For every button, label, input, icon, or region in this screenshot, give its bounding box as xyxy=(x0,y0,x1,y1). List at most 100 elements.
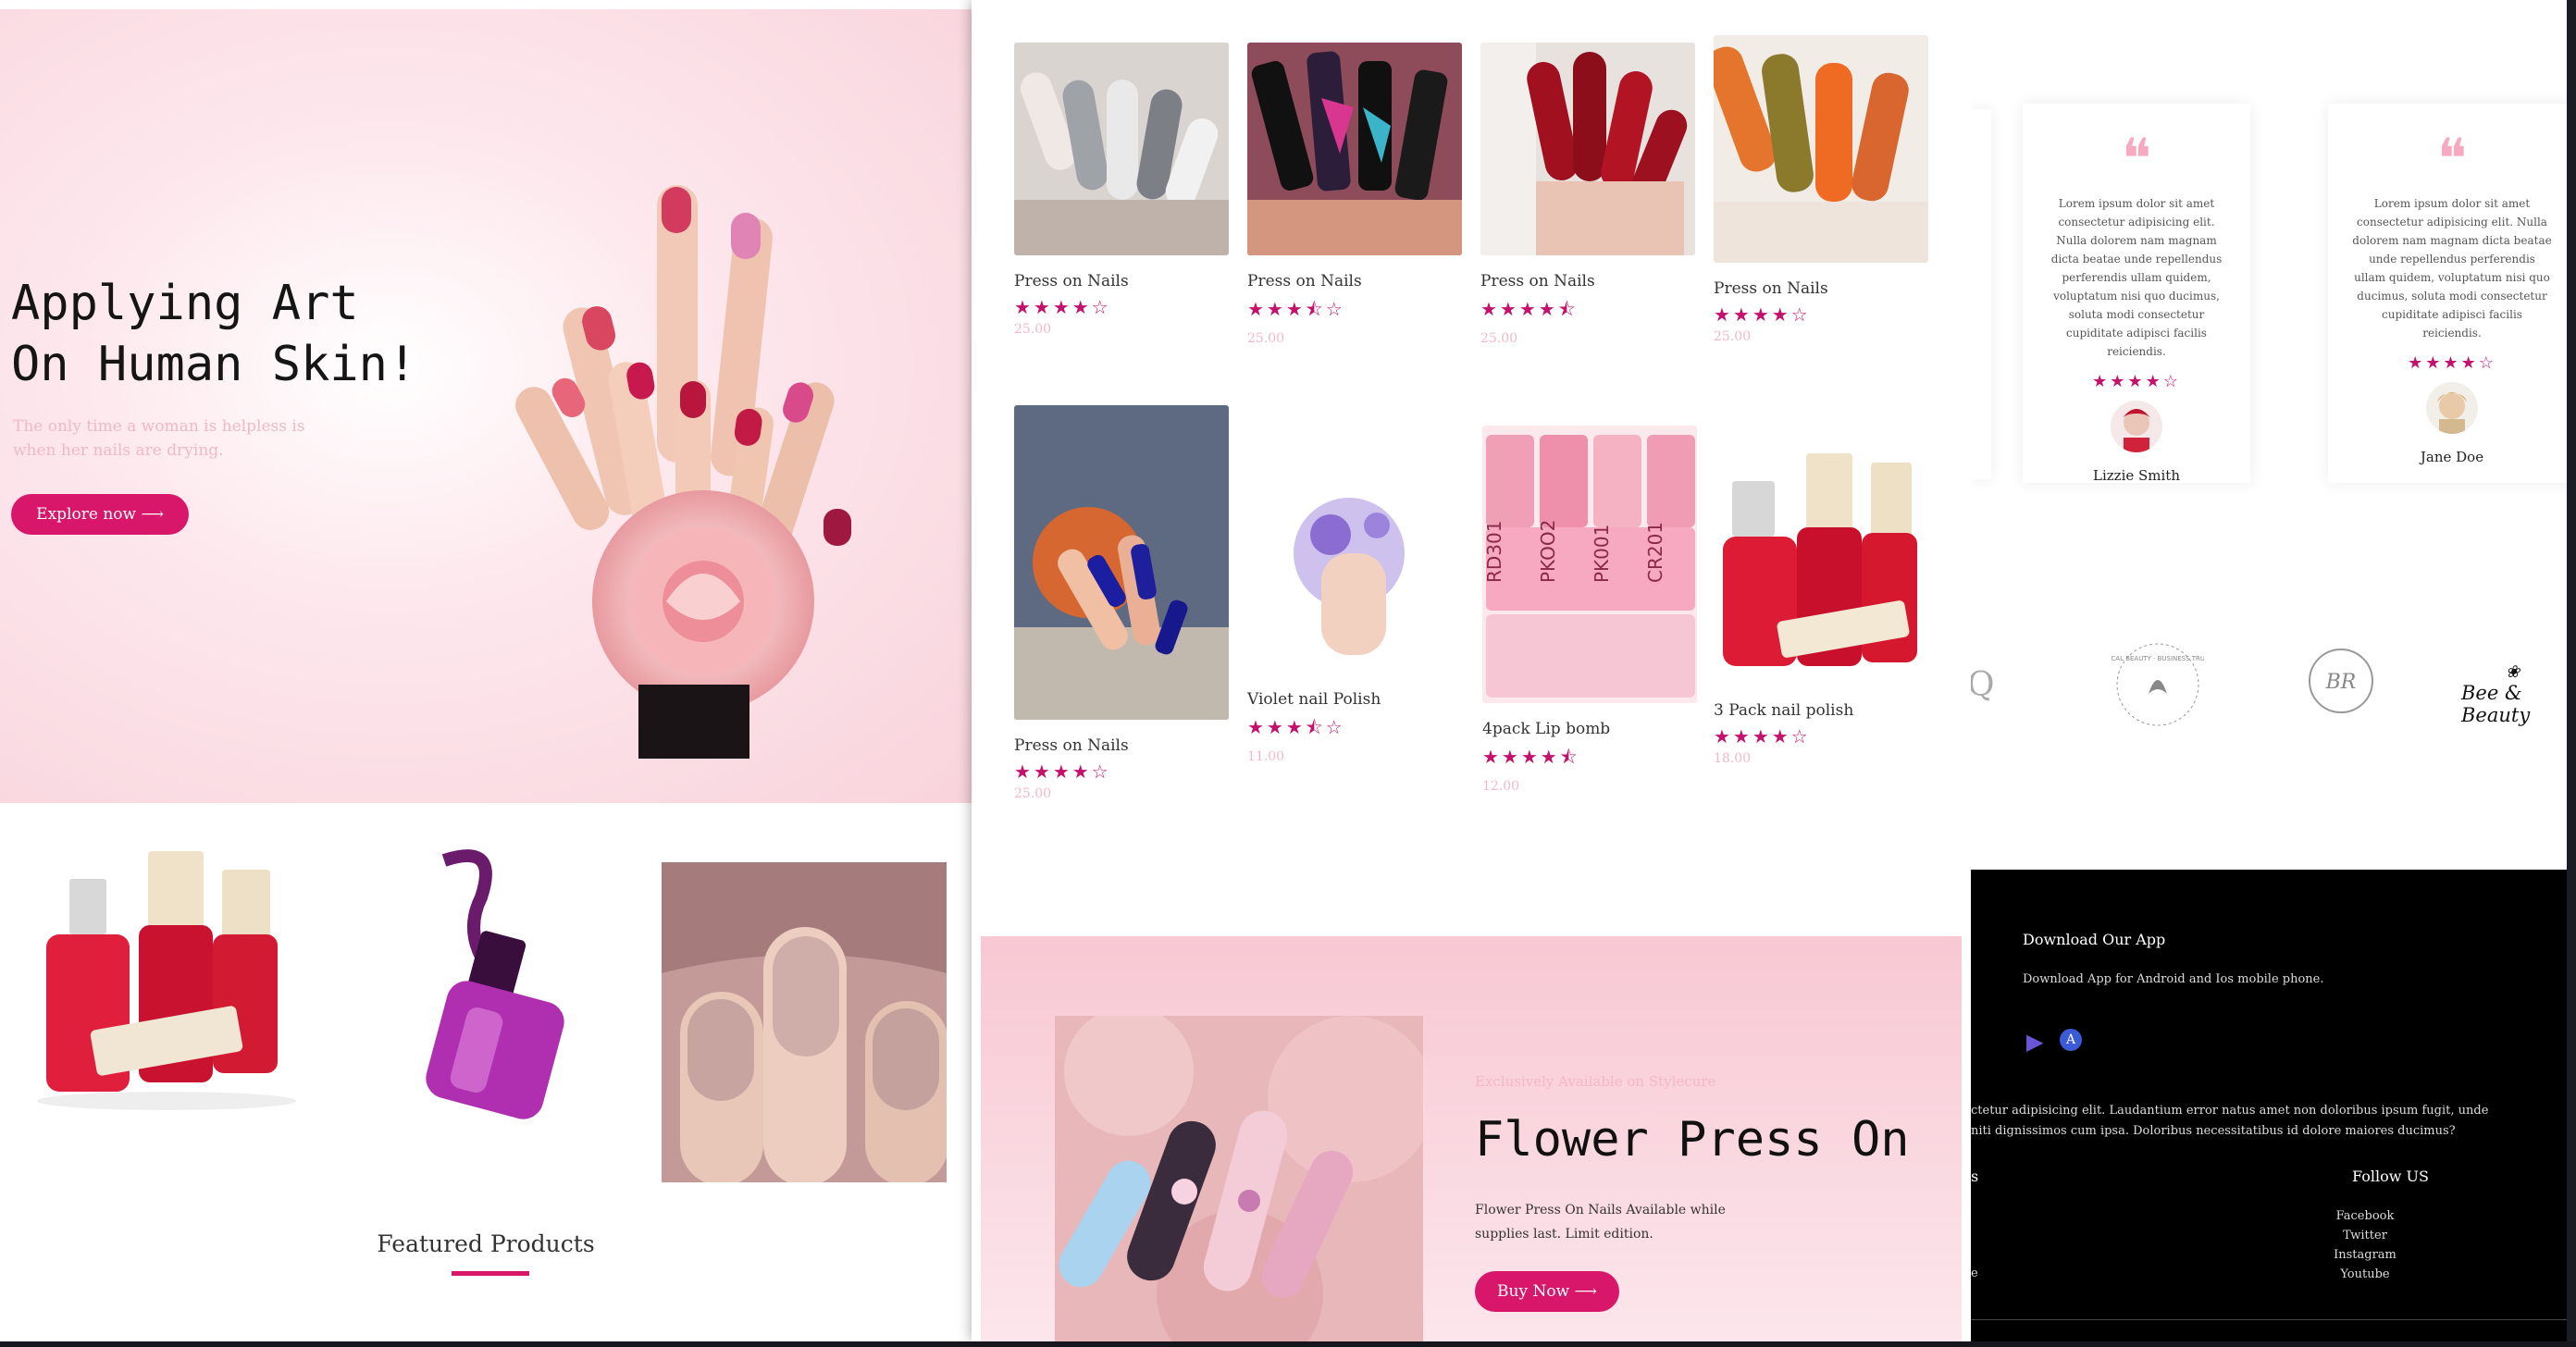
product-image[interactable] xyxy=(1247,470,1462,674)
product-image[interactable] xyxy=(1480,43,1695,255)
explore-now-button[interactable]: Explore now ⟶ xyxy=(11,494,189,535)
testimonial-card: ❝ Lorem ipsum dolor sit amet consectetur… xyxy=(2023,104,2250,484)
product-name[interactable]: Press on Nails xyxy=(1014,736,1229,755)
product-card[interactable]: 3 Pack nail polish ★★★★☆ 18.00 xyxy=(1714,444,1928,766)
follow-links: Facebook Twitter Instagram Youtube xyxy=(2319,1206,2411,1284)
product-name[interactable]: Press on Nails xyxy=(1714,279,1928,298)
product-image[interactable] xyxy=(1014,405,1229,720)
hero-subtitle: The only time a woman is helpless is whe… xyxy=(13,417,305,460)
app-store-icon[interactable]: A xyxy=(2060,1029,2082,1051)
nude-nails-image xyxy=(662,862,947,1182)
lip-bomb-label: PKOO2 xyxy=(1537,520,1559,583)
product-price: 12.00 xyxy=(1482,779,1520,794)
product-rating: ★★★★☆ xyxy=(1714,303,1811,326)
product-image[interactable] xyxy=(1714,444,1928,685)
avatar xyxy=(2426,382,2478,434)
twitter-link[interactable]: Twitter xyxy=(2319,1226,2411,1245)
product-price: 25.00 xyxy=(1714,329,1752,344)
lip-bomb-label: CR201 xyxy=(1644,522,1666,583)
testimonial-card: ❝ Lorem ipsum dolor sit amet consectetur… xyxy=(2328,104,2576,483)
lip-bomb-label: RD301 xyxy=(1483,521,1505,583)
product-card[interactable]: Press on Nails ★★★⯪☆ 25.00 xyxy=(1247,43,1462,346)
links-heading: s xyxy=(1971,1168,1979,1185)
testimonial-name: Jane Doe xyxy=(2420,449,2484,465)
testimonials-footer-panel: ❝ Lorem ipsum dolor sit amet consectetur… xyxy=(1971,0,2576,1341)
product-card[interactable]: Violet nail Polish ★★★⯪☆ 11.00 xyxy=(1247,470,1462,764)
brand-logo: LOCAL BEAUTY · BUSINESS TRUST xyxy=(2112,643,2204,726)
product-rating: ★★★★☆ xyxy=(1714,725,1811,748)
window-edge xyxy=(2567,0,2576,1347)
testimonial-rating: ★★★★☆ xyxy=(2408,353,2496,373)
svg-text:BR: BR xyxy=(2325,671,2357,694)
product-image[interactable]: RD301 PKOO2 PK001 CR201 xyxy=(1482,426,1697,703)
product-name[interactable]: Press on Nails xyxy=(1247,272,1462,290)
product-card[interactable]: Press on Nails ★★★★⯪ 25.00 xyxy=(1480,43,1695,346)
promo-section: Exclusively Available on Stylecure Flowe… xyxy=(981,936,1962,1341)
avatar xyxy=(2111,401,2162,452)
brand-name: Bee & Beauty xyxy=(2461,682,2531,726)
brand-logo: BR xyxy=(2309,649,2373,713)
product-price: 25.00 xyxy=(1480,331,1518,346)
product-name[interactable]: 4pack Lip bomb xyxy=(1482,720,1697,738)
product-card[interactable]: Press on Nails ★★★★☆ 25.00 xyxy=(1014,405,1229,801)
red-polish-bottles-image xyxy=(37,851,296,1110)
hero-section: Applying Art On Human Skin! The only tim… xyxy=(0,9,972,803)
product-card[interactable]: Press on Nails ★★★★☆ 25.00 xyxy=(1014,43,1229,337)
product-grid-panel: Press on Nails ★★★★☆ 25.00 Press on Nail… xyxy=(972,0,1971,1341)
download-app-heading: Download Our App xyxy=(2023,931,2166,948)
facebook-link[interactable]: Facebook xyxy=(2319,1206,2411,1226)
brand-logo: ❀ Bee & Beauty xyxy=(2461,662,2576,726)
product-price: 25.00 xyxy=(1014,786,1052,801)
lip-bomb-label: PK001 xyxy=(1591,525,1613,583)
product-rating: ★★★★☆ xyxy=(1014,296,1111,318)
youtube-link[interactable]: Youtube xyxy=(2319,1265,2411,1284)
testimonial-text: Lorem ipsum dolor sit amet consectetur a… xyxy=(2050,197,2223,358)
product-price: 11.00 xyxy=(1247,749,1285,764)
quote-icon: ❝ xyxy=(2436,127,2468,192)
product-image[interactable] xyxy=(1247,43,1462,255)
follow-us-heading: Follow US xyxy=(2352,1168,2429,1185)
promo-tagline: Exclusively Available on Stylecure xyxy=(1475,1073,1716,1090)
heading-underline xyxy=(452,1271,529,1276)
svg-text:LOCAL BEAUTY · BUSINESS TRUST: LOCAL BEAUTY · BUSINESS TRUST xyxy=(2112,655,2204,662)
product-rating: ★★★★☆ xyxy=(1014,760,1111,783)
play-store-icon[interactable]: ▶ xyxy=(2026,1029,2043,1055)
product-name[interactable]: Press on Nails xyxy=(1480,272,1695,290)
footer-divider xyxy=(1971,1319,2576,1320)
product-name[interactable]: Violet nail Polish xyxy=(1247,690,1462,709)
product-rating: ★★★⯪☆ xyxy=(1247,298,1345,320)
product-name[interactable]: Press on Nails xyxy=(1014,272,1229,290)
testimonial-text: Lorem ipsum dolor sit amet consectetur a… xyxy=(2352,197,2552,340)
product-price: 18.00 xyxy=(1714,751,1752,766)
about-text: ctetur adipisicing elit. Laudantium erro… xyxy=(1971,1104,2489,1138)
download-app-text: Download App for Android and Ios mobile … xyxy=(2023,972,2324,986)
product-card[interactable]: RD301 PKOO2 PK001 CR201 4pack Lip bomb ★… xyxy=(1482,426,1697,794)
quote-icon: ❝ xyxy=(2121,127,2152,192)
product-rating: ★★★★⯪ xyxy=(1480,298,1579,320)
featured-products-heading: Featured Products xyxy=(377,1230,595,1257)
product-image[interactable] xyxy=(1706,35,1928,263)
product-price: 25.00 xyxy=(1247,331,1285,346)
taskbar-strip xyxy=(0,1341,2576,1347)
product-card[interactable]: Press on Nails ★★★★☆ 25.00 xyxy=(1706,35,1928,344)
category-images-row xyxy=(0,814,972,1203)
promo-description: Flower Press On Nails Available while su… xyxy=(1475,1203,1726,1242)
footer: Download Our App Download App for Androi… xyxy=(1971,870,2576,1341)
testimonial-name: Lizzie Smith xyxy=(2093,467,2180,484)
product-image[interactable] xyxy=(1014,43,1229,255)
promo-title: Flower Press On xyxy=(1475,1112,1910,1168)
footer-link-partial[interactable]: e xyxy=(1971,1264,1978,1284)
purple-polish-image xyxy=(426,849,564,1119)
buy-now-button[interactable]: Buy Now ⟶ xyxy=(1475,1271,1619,1312)
instagram-link[interactable]: Instagram xyxy=(2319,1245,2411,1265)
hero-hands-rose-image xyxy=(515,185,851,759)
product-price: 25.00 xyxy=(1014,322,1052,337)
brand-logo: Q xyxy=(1971,666,1995,704)
product-rating: ★★★★⯪ xyxy=(1482,746,1580,768)
product-rating: ★★★⯪☆ xyxy=(1247,716,1345,738)
flower-press-on-image xyxy=(1055,1016,1423,1341)
bee-icon: ❀ xyxy=(2506,662,2520,682)
home-page-panel: Applying Art On Human Skin! The only tim… xyxy=(0,0,972,1341)
testimonial-rating: ★★★★☆ xyxy=(2092,372,2181,391)
product-name[interactable]: 3 Pack nail polish xyxy=(1714,701,1928,720)
